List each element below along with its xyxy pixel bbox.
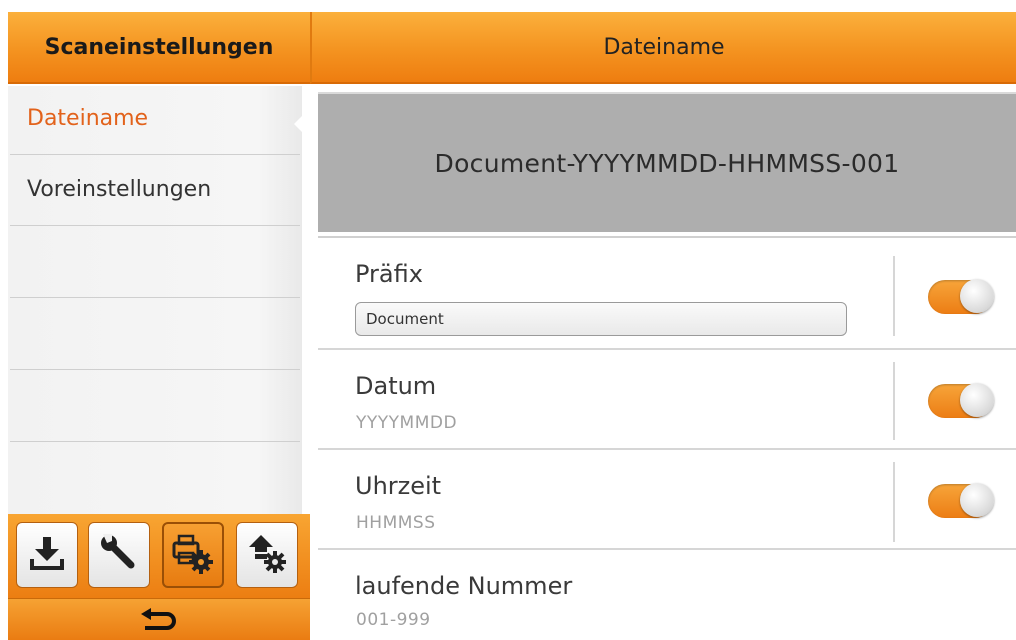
setting-row-sequence[interactable]: laufende Nummer 001-999 [318, 550, 1016, 639]
toggle-knob [960, 279, 994, 313]
sidebar-title: Scaneinstellungen [44, 34, 274, 60]
scan-settings-button[interactable] [162, 522, 224, 588]
scanner-settings-icon [171, 531, 215, 579]
sidebar-item-label: Dateiname [27, 106, 149, 131]
sequence-range: 001-999 [356, 610, 431, 630]
main-header: Dateiname [310, 12, 1016, 84]
time-toggle[interactable] [928, 483, 994, 518]
sidebar-empty-row [10, 298, 300, 370]
active-item-pointer [294, 110, 308, 138]
time-label: Uhrzeit [355, 472, 442, 500]
toggle-knob [960, 383, 994, 417]
prefix-label: Präfix [355, 260, 423, 288]
sidebar-item-dateiname[interactable]: Dateiname [10, 86, 300, 155]
setting-row-date: Datum YYYYMMDD [318, 350, 1016, 450]
sidebar-empty-row [10, 370, 300, 442]
wrench-icon [98, 532, 140, 578]
time-format: HHMMSS [356, 513, 436, 533]
sequence-label: laufende Nummer [355, 572, 573, 600]
date-toggle[interactable] [928, 383, 994, 418]
divider [893, 256, 895, 336]
filename-preview: Document-YYYYMMDD-HHMMSS-001 [318, 92, 1016, 232]
back-arrow-icon [137, 602, 181, 638]
download-button[interactable] [16, 522, 78, 588]
sidebar-header: Scaneinstellungen [8, 12, 310, 84]
setting-row-prefix: Präfix [318, 240, 1016, 350]
back-button[interactable] [8, 598, 310, 640]
toggle-knob [960, 483, 994, 517]
filename-preview-text: Document-YYYYMMDD-HHMMSS-001 [434, 148, 900, 178]
date-label: Datum [355, 372, 437, 400]
date-format: YYYYMMDD [356, 413, 458, 433]
divider [318, 236, 1016, 238]
divider [893, 362, 895, 440]
sidebar-empty-row [10, 226, 300, 298]
sidebar-item-label: Voreinstellungen [27, 177, 212, 202]
divider [893, 462, 895, 542]
bottom-toolbar [8, 514, 310, 598]
prefix-toggle[interactable] [928, 279, 994, 314]
setting-row-time: Uhrzeit HHMMSS [318, 450, 1016, 550]
page-title: Dateiname [603, 34, 725, 60]
upload-settings-icon [245, 531, 289, 579]
sidebar-item-voreinstellungen[interactable]: Voreinstellungen [10, 155, 300, 226]
upload-settings-button[interactable] [236, 522, 298, 588]
prefix-input[interactable] [355, 302, 847, 336]
settings-tools-button[interactable] [88, 522, 150, 588]
download-icon [27, 533, 67, 577]
